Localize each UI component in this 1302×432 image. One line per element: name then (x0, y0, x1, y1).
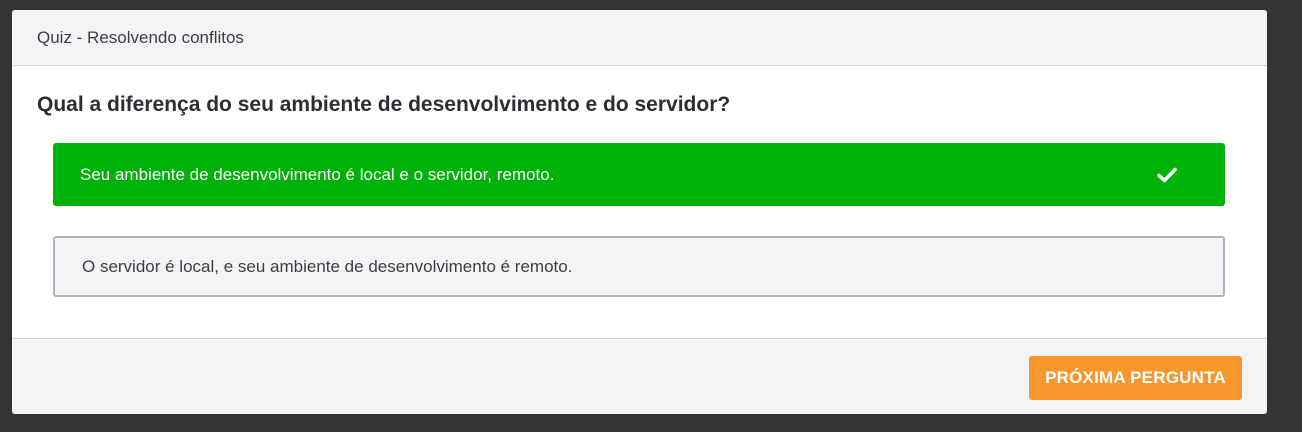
next-question-button[interactable]: PRÓXIMA PERGUNTA (1029, 356, 1242, 400)
modal-title: Quiz - Resolvendo conflitos (37, 27, 244, 47)
answer-option-correct[interactable]: Seu ambiente de desenvolvimento é local … (53, 143, 1225, 206)
answer-option[interactable]: O servidor é local, e seu ambiente de de… (53, 236, 1225, 297)
modal-footer: PRÓXIMA PERGUNTA (12, 338, 1267, 414)
modal-body: Qual a diferença do seu ambiente de dese… (12, 66, 1267, 338)
check-icon (1157, 167, 1177, 182)
modal-header: Quiz - Resolvendo conflitos (12, 10, 1267, 66)
answer-option-label: O servidor é local, e seu ambiente de de… (82, 256, 573, 276)
quiz-modal: Quiz - Resolvendo conflitos Qual a difer… (12, 10, 1267, 414)
question-text: Qual a diferença do seu ambiente de dese… (37, 93, 731, 116)
answer-option-label: Seu ambiente de desenvolvimento é local … (80, 164, 555, 184)
